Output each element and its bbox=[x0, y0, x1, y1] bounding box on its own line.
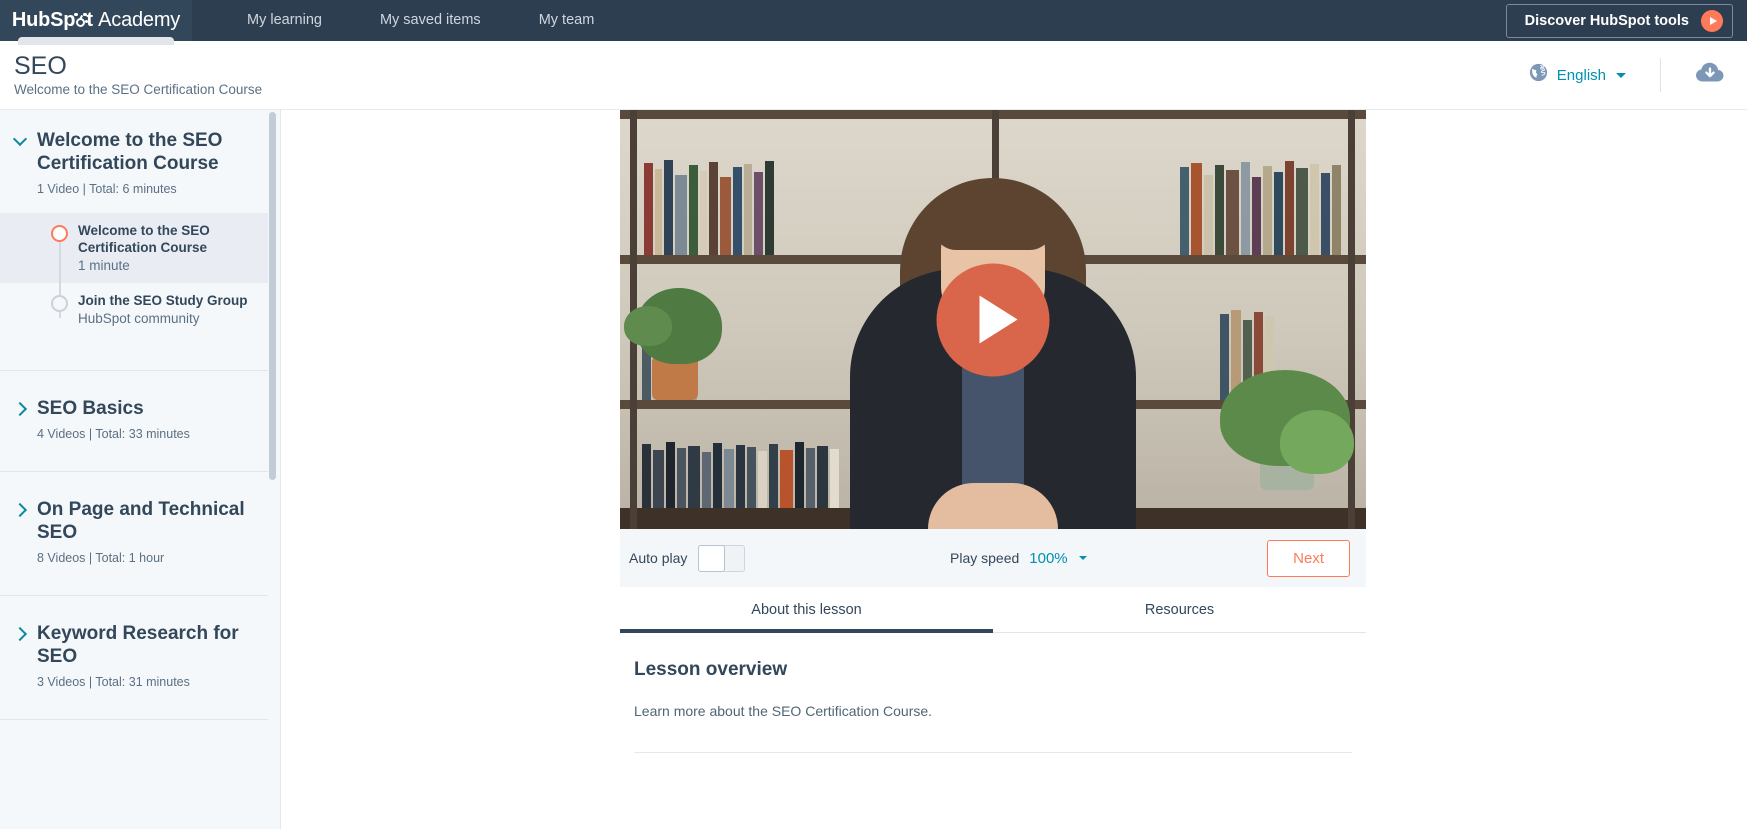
globe-icon bbox=[1529, 63, 1548, 87]
chevron-right-icon bbox=[14, 628, 26, 640]
course-header-titles: SEO Welcome to the SEO Certification Cou… bbox=[14, 52, 262, 99]
lesson-overview-heading: Lesson overview bbox=[634, 659, 788, 680]
sidebar-section-meta: 3 Videos | Total: 31 minutes bbox=[37, 675, 190, 689]
play-icon[interactable] bbox=[936, 263, 1050, 376]
sidebar-section-header[interactable]: Welcome to the SEO Certification Course … bbox=[0, 110, 268, 213]
sidebar-lesson-list: Welcome to the SEO Certification Course … bbox=[0, 213, 268, 370]
sidebar-section-keyword-research: Keyword Research for SEO 3 Videos | Tota… bbox=[0, 596, 268, 720]
course-outline-sidebar: Welcome to the SEO Certification Course … bbox=[0, 110, 281, 829]
lesson-overview-text: Learn more about the SEO Certification C… bbox=[634, 703, 933, 719]
lesson-status-bullet-icon bbox=[51, 295, 68, 312]
cloud-download-icon[interactable] bbox=[1695, 61, 1725, 89]
play-speed-label: Play speed bbox=[950, 550, 1020, 566]
logo-suffix: Academy bbox=[98, 9, 181, 31]
chevron-down-icon bbox=[1616, 72, 1626, 78]
sidebar-section-title: On Page and Technical SEO bbox=[37, 499, 245, 543]
primary-nav-links: My learning My saved items My team bbox=[192, 0, 623, 41]
sidebar-lesson-item-active[interactable]: Welcome to the SEO Certification Course … bbox=[0, 213, 268, 283]
top-navigation-bar: HubSp t Academy My learning My saved item… bbox=[0, 0, 1747, 45]
sidebar-section-on-page-technical-seo: On Page and Technical SEO 8 Videos | Tot… bbox=[0, 472, 268, 596]
play-circle-icon bbox=[1701, 9, 1723, 32]
lesson-subtitle: HubSpot community bbox=[78, 311, 200, 326]
lesson-title: Join the SEO Study Group bbox=[78, 293, 248, 308]
sidebar-section-meta: 4 Videos | Total: 33 minutes bbox=[37, 427, 190, 441]
tab-about-this-lesson[interactable]: About this lesson bbox=[620, 587, 993, 633]
language-label: English bbox=[1556, 66, 1606, 84]
lesson-section-divider bbox=[634, 752, 1352, 753]
language-selector[interactable]: English bbox=[1529, 63, 1626, 87]
play-speed-control: Play speed 100% bbox=[950, 550, 1087, 567]
tab-resources[interactable]: Resources bbox=[993, 587, 1366, 632]
lesson-duration: 1 minute bbox=[78, 258, 130, 273]
hubspot-academy-logo[interactable]: HubSp t Academy bbox=[0, 0, 192, 45]
sidebar-section-seo-basics: SEO Basics 4 Videos | Total: 33 minutes bbox=[0, 371, 268, 472]
nav-right-group: Discover HubSpot tools bbox=[1505, 0, 1747, 41]
autoplay-label: Auto play bbox=[629, 550, 688, 566]
sidebar-section-title: Keyword Research for SEO bbox=[37, 623, 239, 667]
logo-text: HubSp t Academy bbox=[12, 9, 180, 32]
nav-link-my-learning[interactable]: My learning bbox=[218, 0, 351, 41]
chevron-down-icon bbox=[1078, 556, 1087, 560]
sidebar-scrollbar[interactable] bbox=[269, 110, 276, 829]
lesson-overview-panel: Lesson overview Learn more about the SEO… bbox=[620, 633, 1366, 753]
autoplay-toggle-knob bbox=[698, 544, 726, 572]
sidebar-section-header[interactable]: Keyword Research for SEO 3 Videos | Tota… bbox=[0, 596, 268, 719]
header-divider bbox=[1660, 58, 1661, 92]
sidebar-section-meta: 1 Video | Total: 6 minutes bbox=[37, 182, 177, 196]
sidebar-section-title: Welcome to the SEO Certification Course bbox=[37, 130, 223, 174]
course-header: SEO Welcome to the SEO Certification Cou… bbox=[0, 41, 1747, 110]
nav-link-my-saved-items[interactable]: My saved items bbox=[351, 0, 510, 41]
sidebar-section-title: SEO Basics bbox=[37, 398, 144, 419]
nav-link-my-team[interactable]: My team bbox=[510, 0, 624, 41]
sidebar-section-welcome: Welcome to the SEO Certification Course … bbox=[0, 110, 268, 371]
discover-hubspot-tools-button[interactable]: Discover HubSpot tools bbox=[1505, 3, 1733, 38]
autoplay-control: Auto play bbox=[629, 544, 746, 572]
sidebar-section-meta: 8 Videos | Total: 1 hour bbox=[37, 551, 165, 565]
sidebar-scrollbar-thumb[interactable] bbox=[269, 112, 276, 480]
sidebar-section-header[interactable]: SEO Basics 4 Videos | Total: 33 minutes bbox=[0, 371, 268, 471]
sidebar-lesson-item[interactable]: Join the SEO Study Group HubSpot communi… bbox=[0, 283, 268, 336]
discover-button-label: Discover HubSpot tools bbox=[1524, 12, 1689, 29]
logo-active-tab-indicator bbox=[18, 37, 174, 45]
video-player: Auto play Play speed 100% Next bbox=[620, 110, 1366, 587]
lesson-title: Welcome to the SEO Certification Course bbox=[78, 223, 210, 255]
sidebar-scroll-area: Welcome to the SEO Certification Course … bbox=[0, 110, 268, 720]
page-body: Welcome to the SEO Certification Course … bbox=[0, 110, 1747, 829]
chevron-right-icon bbox=[14, 504, 26, 516]
next-button[interactable]: Next bbox=[1267, 539, 1350, 577]
chevron-right-icon bbox=[14, 403, 26, 415]
autoplay-toggle[interactable] bbox=[698, 544, 746, 572]
sidebar-section-header[interactable]: On Page and Technical SEO 8 Videos | Tot… bbox=[0, 472, 268, 595]
chevron-down-icon bbox=[14, 135, 26, 147]
player-controls: Auto play Play speed 100% Next bbox=[620, 529, 1366, 587]
video-poster[interactable] bbox=[620, 110, 1366, 529]
lesson-status-bullet-icon bbox=[51, 225, 68, 242]
lesson-tabs: About this lesson Resources bbox=[620, 587, 1366, 633]
logo-brand: HubSp bbox=[11, 9, 76, 31]
page-title: SEO bbox=[14, 51, 67, 80]
page-subtitle: Welcome to the SEO Certification Course bbox=[14, 81, 263, 97]
course-header-actions: English bbox=[1529, 58, 1725, 92]
sprocket-icon bbox=[74, 13, 89, 28]
play-speed-value[interactable]: 100% bbox=[1029, 550, 1067, 567]
lesson-main-content: Auto play Play speed 100% Next About thi… bbox=[281, 110, 1747, 829]
